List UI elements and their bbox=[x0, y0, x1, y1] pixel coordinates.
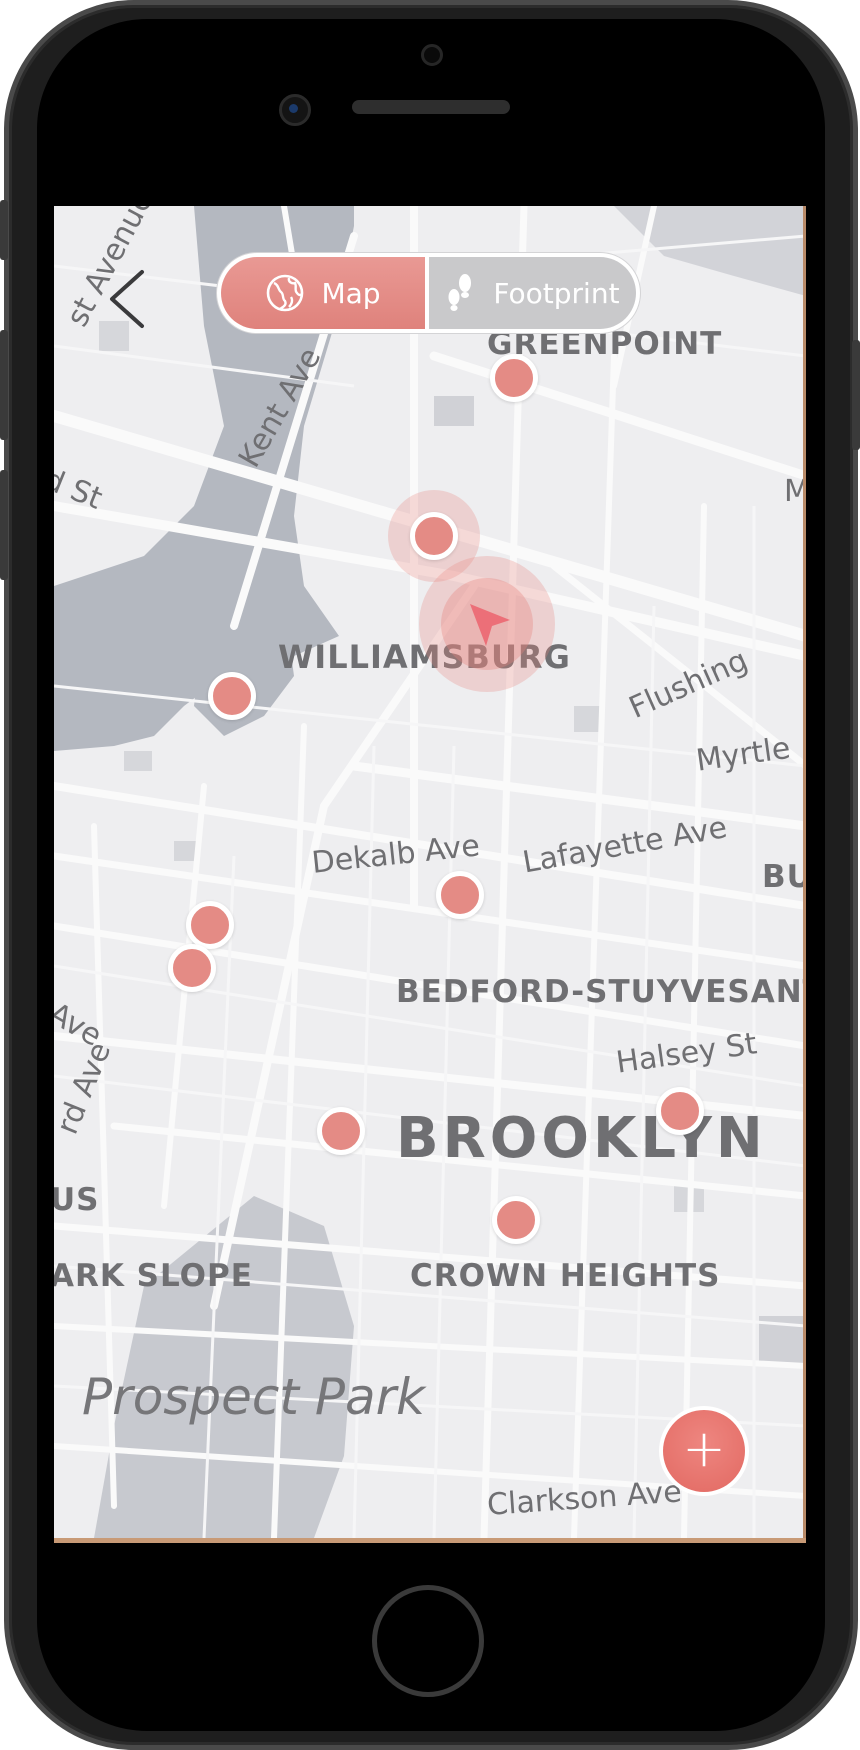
map-pin[interactable] bbox=[208, 672, 256, 720]
tab-footprint-label: Footprint bbox=[493, 276, 620, 310]
footprints-icon bbox=[448, 274, 472, 311]
map-canvas[interactable] bbox=[54, 206, 806, 1538]
block-shape bbox=[174, 841, 196, 861]
map-pin[interactable] bbox=[436, 871, 484, 919]
add-button-face: + bbox=[663, 1410, 745, 1492]
volume-up-button bbox=[0, 330, 8, 440]
map-pin[interactable] bbox=[317, 1107, 365, 1155]
map-pin[interactable] bbox=[490, 354, 538, 402]
screen-edge bbox=[803, 206, 806, 1538]
add-button[interactable]: + bbox=[659, 1406, 749, 1496]
map-label-brooklyn: BROOKLYN bbox=[396, 1106, 767, 1171]
tab-footprint[interactable]: Footprint bbox=[429, 257, 636, 329]
map-pin[interactable] bbox=[168, 944, 216, 992]
map-pin[interactable] bbox=[186, 901, 234, 949]
map-label-bu: BU bbox=[762, 859, 806, 895]
app-screen: GREENPOINT WILLIAMSBURG BEDFORD-STUYVESA… bbox=[54, 206, 806, 1538]
proximity-sensor bbox=[421, 44, 443, 66]
tab-map-label: Map bbox=[321, 276, 381, 310]
earpiece-speaker bbox=[352, 100, 510, 114]
map-pin-selected[interactable] bbox=[410, 512, 458, 560]
block-shape bbox=[124, 751, 152, 771]
volume-down-button bbox=[0, 470, 8, 580]
tab-map[interactable]: Map bbox=[221, 257, 425, 329]
plus-icon: + bbox=[682, 1419, 726, 1479]
view-toggle: Map Footprint bbox=[217, 253, 640, 333]
map-label-bedford-stuyvesant: BEDFORD-STUYVESANT bbox=[396, 974, 806, 1010]
map-pin[interactable] bbox=[656, 1087, 704, 1135]
front-camera bbox=[279, 94, 311, 126]
map-label-prospect-park: Prospect Park bbox=[82, 1368, 426, 1426]
map-label-us: US bbox=[54, 1182, 100, 1218]
screen-bottom-edge bbox=[54, 1538, 806, 1543]
map-label-crown-heights: CROWN HEIGHTS bbox=[410, 1258, 721, 1294]
map-pin[interactable] bbox=[492, 1196, 540, 1244]
map-label-park-slope: ARK SLOPE bbox=[54, 1258, 253, 1294]
location-arrow-icon bbox=[470, 604, 510, 646]
power-button bbox=[852, 340, 860, 450]
silent-switch bbox=[0, 200, 8, 260]
globe-icon bbox=[267, 274, 304, 312]
block-shape bbox=[434, 396, 474, 426]
back-chevron-icon[interactable] bbox=[104, 268, 148, 330]
home-button[interactable] bbox=[372, 1585, 484, 1697]
